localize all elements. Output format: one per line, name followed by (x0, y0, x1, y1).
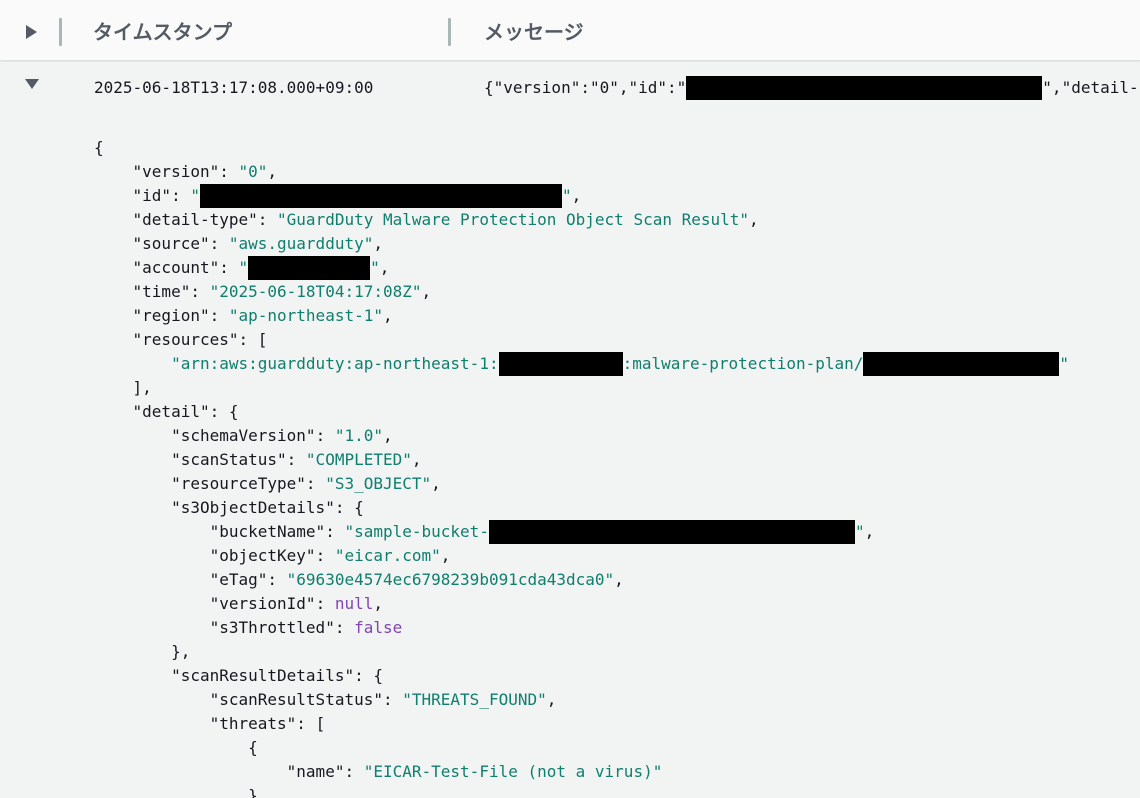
json-key: "name" (286, 762, 345, 781)
json-key: "detail-type" (132, 210, 258, 229)
json-line: "resourceType": "S3_OBJECT", (171, 474, 441, 493)
json-key: "source" (132, 234, 210, 253)
brace: { (94, 138, 104, 157)
table-header: タイムスタンプ メッセージ (0, 0, 1140, 61)
redacted-block (686, 76, 1043, 100)
json-line: }, (94, 640, 1140, 664)
redacted-block (248, 256, 371, 280)
json-string: "2025-06-18T04:17:08Z" (209, 282, 422, 301)
json-line: "schemaVersion": "1.0", (171, 426, 393, 445)
expanded-json: { "version": "0", "id": " ", "detail-type… (94, 136, 1140, 798)
json-key: "objectKey" (209, 546, 316, 565)
json-string: "eicar.com" (334, 546, 441, 565)
json-line: "source": "aws.guardduty", (132, 234, 383, 253)
json-line: "objectKey": "eicar.com", (209, 546, 451, 565)
json-line: "region": "ap-northeast-1", (132, 306, 393, 325)
json-key: "s3ObjectDetails" (171, 498, 335, 517)
brace: } (248, 786, 258, 798)
json-literal: null (334, 594, 374, 613)
message-column-header[interactable]: メッセージ (484, 16, 584, 48)
log-timestamp: 2025-06-18T13:17:08.000+09:00 (94, 78, 374, 97)
json-line: { (94, 136, 1140, 160)
log-event-row: 2025-06-18T13:17:08.000+09:00 {"version"… (0, 62, 1140, 798)
json-key: "id" (132, 186, 172, 205)
json-key: "account" (132, 258, 220, 277)
column-divider[interactable] (59, 18, 62, 46)
json-key: "scanStatus" (171, 450, 287, 469)
log-message-preview: {"version":"0","id":" ","detail- (484, 76, 1139, 100)
json-string: "0" (238, 162, 268, 181)
json-key: "bucketName" (209, 522, 326, 541)
json-key: "detail" (132, 402, 210, 421)
json-string: "1.0" (334, 426, 383, 445)
json-line: "id": " ", (94, 184, 1140, 208)
json-string: "EICAR-Test-File (not a virus)" (363, 762, 663, 781)
json-string: " (1059, 354, 1070, 373)
json-line: "name": "EICAR-Test-File (not a virus)" (286, 762, 663, 781)
column-divider[interactable] (448, 18, 451, 46)
json-string: " (190, 186, 200, 205)
json-key: "s3Throttled" (209, 618, 335, 637)
json-string: "COMPLETED" (305, 450, 412, 469)
json-line: "scanResultDetails": { (171, 666, 383, 685)
caret-right-icon[interactable] (23, 22, 39, 42)
json-key: "time" (132, 282, 191, 301)
redacted-block (488, 520, 855, 544)
json-line: "resources": [ (132, 330, 268, 349)
json-key: "resourceType" (171, 474, 306, 493)
json-key: "resources" (132, 330, 239, 349)
json-key: "eTag" (209, 570, 268, 589)
json-line: "bucketName": "sample-bucket- ", (94, 520, 1140, 544)
redacted-block (863, 352, 1060, 376)
json-string: " (854, 522, 865, 541)
json-line: "threats": [ (209, 714, 326, 733)
json-line: "scanResultStatus": "THREATS_FOUND", (209, 690, 557, 709)
redacted-block (199, 184, 562, 208)
json-string: "arn:aws:guardduty:ap-northeast-1: (171, 354, 499, 373)
preview-text: {"version":"0","id":" (484, 78, 687, 97)
json-string: "ap-northeast-1" (228, 306, 383, 325)
json-line: "time": "2025-06-18T04:17:08Z", (132, 282, 432, 301)
json-literal: false (354, 618, 403, 637)
json-string: "THREATS_FOUND" (402, 690, 547, 709)
json-line: "s3ObjectDetails": { (171, 498, 364, 517)
json-line: "account": " ", (94, 256, 1140, 280)
json-key: "scanResultDetails" (171, 666, 355, 685)
brace: }, (171, 642, 191, 661)
json-key: "schemaVersion" (171, 426, 316, 445)
json-string: "69630e4574ec6798239b091cda43dca0" (286, 570, 615, 589)
json-string: " (370, 258, 380, 277)
json-key: "version" (132, 162, 220, 181)
json-line: { (94, 738, 258, 757)
caret-down-icon[interactable] (23, 77, 41, 91)
preview-text: ","detail- (1042, 78, 1139, 97)
timestamp-column-header[interactable]: タイムスタンプ (93, 16, 232, 48)
json-line: "version": "0", (132, 162, 278, 181)
json-key: "threats" (209, 714, 297, 733)
json-line: "detail": { (132, 402, 239, 421)
json-line: "detail-type": "GuardDuty Malware Protec… (132, 210, 759, 229)
json-string: "GuardDuty Malware Protection Object Sca… (277, 210, 750, 229)
json-string: " (561, 186, 572, 205)
json-line: "s3Throttled": false (209, 618, 403, 637)
json-key: "versionId" (209, 594, 316, 613)
json-line: "versionId": null, (209, 594, 383, 613)
json-line: "scanStatus": "COMPLETED", (171, 450, 422, 469)
json-line: "eTag": "69630e4574ec6798239b091cda43dca… (209, 570, 624, 589)
json-string: "sample-bucket- (344, 522, 489, 541)
json-string: :malware-protection-plan/ (622, 354, 864, 373)
json-string: "aws.guardduty" (228, 234, 374, 253)
json-line: } (94, 784, 1140, 798)
json-key: "scanResultStatus" (209, 690, 383, 709)
redacted-block (498, 352, 623, 376)
json-key: "region" (132, 306, 210, 325)
json-string: "S3_OBJECT" (325, 474, 432, 493)
bracket: ], (132, 378, 152, 397)
json-line: ], (94, 376, 1140, 400)
json-string: " (238, 258, 249, 277)
json-line: "arn:aws:guardduty:ap-northeast-1: :malwa… (94, 352, 1140, 376)
